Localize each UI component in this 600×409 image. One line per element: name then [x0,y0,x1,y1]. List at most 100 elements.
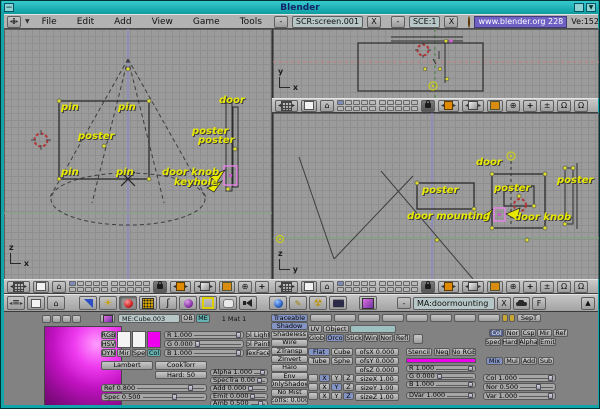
diffuse-shader-dropdown[interactable]: Lambert [101,361,153,370]
translate-button[interactable]: + [523,281,537,293]
layer-buttons[interactable] [69,281,108,292]
mapto-nor-button[interactable]: Nor [505,329,520,337]
fullscreen-button[interactable] [33,281,49,293]
flag-traceable[interactable]: Traceable [271,314,308,322]
material-browse-button[interactable]: - [397,297,411,309]
preview-type-button[interactable] [52,315,61,323]
layer-buttons[interactable] [111,281,150,292]
vcol-light-button[interactable]: ol Light [246,331,270,339]
spe-button[interactable]: Spe [132,349,146,357]
script-buttons-button[interactable]: ✎ [289,296,307,310]
pivot-button[interactable] [487,100,503,112]
material-autoname-button[interactable] [513,297,530,310]
viewport-side[interactable]: door poster poster poster door mounting … [272,113,599,279]
r-slider[interactable]: R 1.000 [164,331,244,339]
flag-env[interactable]: Env [271,372,308,380]
mapping-tube-button[interactable]: Tube [308,357,330,365]
g-slider[interactable]: G 0.000 [164,340,244,348]
flag-nomist[interactable]: No Mist [271,389,308,397]
material-icon-button[interactable] [100,314,115,323]
texture-b-slider[interactable]: B 1.000 [406,381,476,388]
world-globe-button[interactable] [269,296,287,310]
mapto-hard-button[interactable]: Hard [502,338,518,346]
col-button[interactable]: Col [147,349,161,357]
render-anim-button[interactable]: Ω [574,100,588,112]
pivot-button[interactable] [487,281,503,293]
rotation-button[interactable]: ⊕ [506,100,520,112]
stencil-button[interactable]: Stencil [406,348,432,356]
axis-blank-button[interactable] [308,374,318,382]
lock-button[interactable] [421,100,435,112]
texture-channel-slot[interactable] [478,314,500,322]
mapto-spec-button[interactable]: Spec [485,338,501,346]
maximize-button[interactable] [574,3,584,12]
axis-z-button[interactable]: Z [343,374,354,382]
texture-color-swatch[interactable] [406,358,476,363]
window-type-button[interactable]: ◂▸ [275,100,298,112]
render-buttons-button[interactable] [329,296,347,310]
blend-add-button[interactable]: Add [521,357,537,365]
mapping-cube-button[interactable]: Cube [331,348,353,356]
mapto-col-button[interactable]: Col [489,329,504,337]
window-type-button[interactable]: ◂▸ [275,281,298,293]
render-anim-button[interactable]: Ω [574,281,588,293]
mapto-col-slider[interactable]: Col 1.000 [483,374,556,382]
diffuse-color-swatch[interactable] [147,331,161,348]
neg-button[interactable]: Neg [434,348,450,356]
dvar-slider[interactable]: DVar 1.000 [406,392,476,399]
texture-channel-slot[interactable] [310,314,332,322]
blend-mix-button[interactable]: Mix [486,357,503,365]
mapto-emit-button[interactable]: Emit [539,338,556,346]
add-slider[interactable]: Add 0.000 [210,385,268,392]
alpha-slider[interactable]: Alpha 1.000 [210,369,268,376]
material-fakeuser-button[interactable]: F [532,297,546,310]
radiosity-buttons-button[interactable]: ☢ [309,296,327,310]
anim-buttons-button[interactable]: ʃ [159,296,177,310]
mapto-mir-button[interactable]: Mir [537,329,552,337]
mapto-alpha-button[interactable]: Alpha [519,338,538,346]
mapto-var-slider[interactable]: Var 1.000 [483,392,556,400]
lock-button[interactable] [421,281,435,293]
image-buttons-button[interactable] [359,296,377,310]
blend-mul-button[interactable]: Mul [504,357,520,365]
texture-g-slider[interactable]: G 0.000 [406,373,476,380]
mesh-name-field[interactable]: ME:Cube.003 [118,314,180,323]
rotation-button[interactable]: ⊕ [506,281,520,293]
axis-x-button[interactable]: X [319,374,330,382]
drawtype-dropdown[interactable]: ◂▸ [194,281,216,293]
window-type-button[interactable]: ◂▸ [7,281,30,293]
viewport-front[interactable]: pin pin pin pin poster door poster poste… [4,29,272,279]
mode-dropdown[interactable]: ◂▸ [438,281,459,293]
sizey-button[interactable]: sizeY 1.00 [355,384,399,392]
flag-shadeless[interactable]: Shadeless [271,331,308,339]
preview-type-button[interactable] [42,315,51,323]
titlebar[interactable]: — Blender ▼ [2,1,598,14]
translate-button[interactable]: + [523,100,537,112]
lamp-buttons-button[interactable] [79,296,97,310]
plusminus-button[interactable]: ± [540,281,554,293]
ref-slider[interactable]: Ref 0.800 [101,384,207,392]
mapto-nor-slider[interactable]: Nor 0.500 [483,383,556,391]
texture-arrow-button[interactable] [502,314,508,322]
axis-x-button[interactable]: X [319,383,330,391]
fullscreen-button[interactable] [27,296,45,310]
material-buttons-button[interactable] [119,296,137,310]
hardness-button[interactable]: Hard: 50 [155,371,207,379]
screen-name-field[interactable]: SCR:screen.001 [292,16,363,28]
uv-button[interactable]: UV [308,325,322,333]
texture-channel-slot[interactable] [334,314,356,322]
screen-browse-button[interactable]: - [274,16,288,28]
menu-tools[interactable]: Tools [232,17,270,27]
rgb-mode-button[interactable]: RGB [101,331,116,339]
mapto-csp-button[interactable]: Csp [521,329,536,337]
coords-refl-button[interactable]: Refl [394,334,410,342]
scene-name-field[interactable]: SCE:1 [409,16,441,28]
coords-win-button[interactable]: Win [364,334,378,342]
axis-x-button[interactable]: X [319,392,330,400]
mapping-flat-button[interactable]: Flat [308,348,330,356]
mode-dropdown[interactable]: ◂▸ [438,100,459,112]
render-preview-button[interactable]: Ω [557,281,571,293]
rotation-button[interactable]: ⊕ [238,281,252,293]
mapto-ref-button[interactable]: Ref [553,329,568,337]
layer-buttons[interactable] [337,100,376,111]
